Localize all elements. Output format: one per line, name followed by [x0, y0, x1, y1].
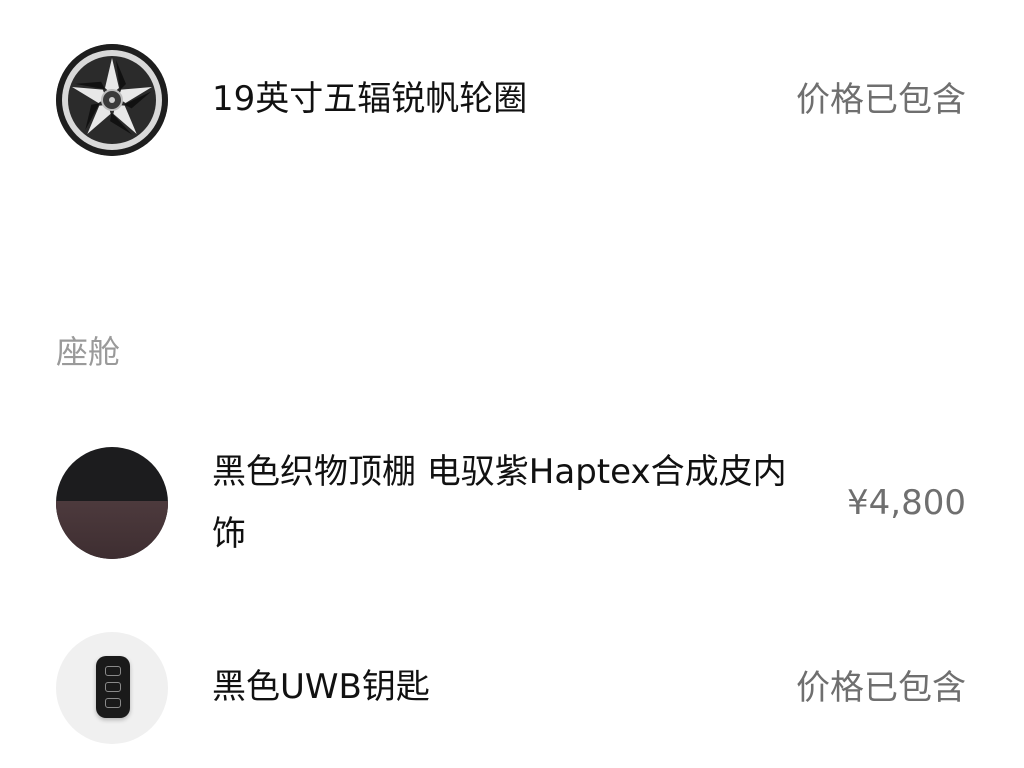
key-icon — [56, 632, 168, 744]
item-price: 价格已包含 — [796, 668, 966, 708]
item-price: 价格已包含 — [796, 80, 966, 120]
item-price: ¥4,800 — [847, 483, 966, 523]
section-title-cabin: 座舱 — [56, 333, 121, 371]
wheel-icon — [56, 44, 168, 156]
item-name: 黑色UWB钥匙 — [212, 667, 430, 707]
interior-swatch-icon — [56, 447, 168, 559]
item-name: 黑色织物顶棚 电驭紫Haptex合成皮内饰 — [212, 452, 787, 554]
item-name: 19英寸五辐锐帆轮圈 — [212, 79, 528, 119]
order-summary-page: 19英寸五辐锐帆轮圈 价格已包含 座舱 黑色织物顶棚 电驭紫Haptex合成皮内… — [0, 0, 1024, 768]
